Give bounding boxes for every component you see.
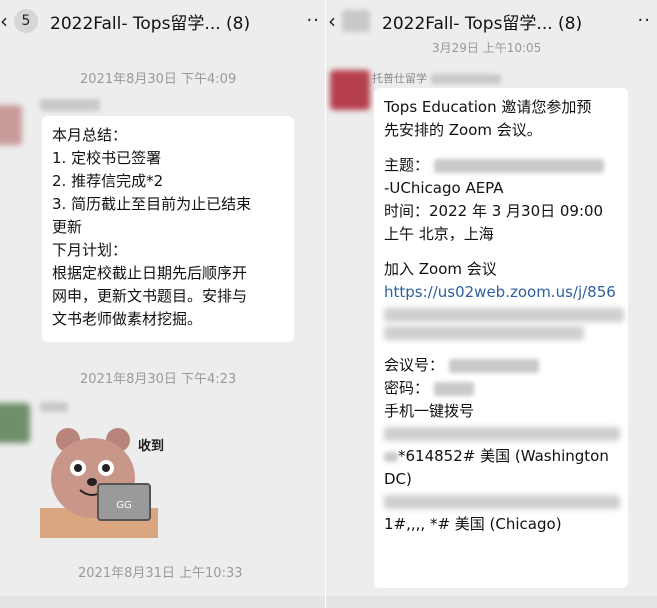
redacted-line xyxy=(384,495,620,509)
message-timestamp: 2021年8月31日 上午10:33 xyxy=(78,566,243,581)
back-arrow-icon[interactable]: ‹ xyxy=(0,9,10,33)
sender-avatar[interactable] xyxy=(0,403,30,443)
redacted-line xyxy=(384,308,624,322)
chat-title: 2022Fall- Tops留学... (8) xyxy=(382,13,583,34)
sender-name: 托普仕留学 xyxy=(372,70,501,86)
left-chat-pane: ‹ 5 2022Fall- Tops留学... (8) ·· 2021年8月30… xyxy=(0,0,326,608)
message-line: DC) xyxy=(384,470,412,488)
message-line: 密码： xyxy=(384,377,618,400)
message-line: 根据定校截止日期先后顺序开 xyxy=(52,264,248,282)
message-line: 主题： xyxy=(384,154,618,177)
unread-badge[interactable]: 5 xyxy=(14,9,38,33)
message-timestamp: 3月29日 上午10:05 xyxy=(432,41,542,55)
message-timestamp: 2021年8月30日 下午4:09 xyxy=(80,72,237,87)
message-line: 加入 Zoom 会议 xyxy=(384,260,497,278)
message-line: *614852# 美国 (Washington xyxy=(384,445,618,468)
message-line: 先安排的 Zoom 会议。 xyxy=(384,121,542,139)
message-line: Tops Education 邀请您参加预 xyxy=(384,98,592,116)
message-line: 会议号： xyxy=(384,354,618,377)
input-bar[interactable] xyxy=(0,596,326,608)
sender-label: 托普仕留学 xyxy=(372,72,427,85)
sticker-caption: 收到 xyxy=(138,438,164,454)
message-line: 下月计划： xyxy=(52,241,128,259)
message-line: 手机一键拨号 xyxy=(384,402,475,420)
message-timestamp: 2021年8月30日 下午4:23 xyxy=(80,372,237,387)
back-arrow-icon[interactable]: ‹ xyxy=(328,9,338,33)
message-line: 2. 推荐信完成*2 xyxy=(52,172,164,190)
bear-sticker-icon[interactable]: GG 收到 xyxy=(40,420,170,540)
message-line: 时间：2022 年 3 月30日 09:00 xyxy=(384,202,604,220)
redacted-line xyxy=(384,427,620,441)
message-line: 1. 定校书已签署 xyxy=(52,149,162,167)
sender-avatar[interactable] xyxy=(0,105,22,145)
message-bubble[interactable]: 本月总结： 1. 定校书已签署 2. 推荐信完成*2 3. 简历截止至目前为止已… xyxy=(42,116,294,342)
unread-badge[interactable] xyxy=(342,10,370,32)
zoom-invite-bubble[interactable]: Tops Education 邀请您参加预 先安排的 Zoom 会议。 主题： … xyxy=(374,88,628,588)
message-line: 3. 简历截止至目前为止已结束 xyxy=(52,195,252,213)
message-line: 文书老师做素材挖掘。 xyxy=(52,310,203,328)
message-line: 上午 北京，上海 xyxy=(384,225,494,243)
chat-title: 2022Fall- Tops留学... (8) xyxy=(50,13,251,34)
message-line: 网申，更新文书题目。安排与 xyxy=(52,287,248,305)
more-options-icon[interactable]: ·· xyxy=(638,10,651,31)
sender-avatar[interactable] xyxy=(330,70,370,110)
zoom-meeting-link[interactable]: https://us02web.zoom.us/j/856 xyxy=(384,281,618,304)
input-bar[interactable] xyxy=(326,596,657,608)
message-line: 本月总结： xyxy=(52,126,128,144)
redacted-line xyxy=(384,326,584,340)
left-chat-header: ‹ 5 2022Fall- Tops留学... (8) ·· xyxy=(0,0,326,42)
sender-name xyxy=(40,400,68,413)
message-line: 更新 xyxy=(52,218,83,236)
more-options-icon[interactable]: ·· xyxy=(307,10,320,31)
message-line: -UChicago AEPA xyxy=(384,179,504,197)
svg-text:GG: GG xyxy=(116,500,132,511)
sender-name xyxy=(40,98,100,111)
message-line: 1#,,,, *# 美国 (Chicago) xyxy=(384,515,562,533)
right-chat-header: ‹ 2022Fall- Tops留学... (8) ·· xyxy=(326,0,657,42)
right-chat-pane: ‹ 2022Fall- Tops留学... (8) ·· 3月29日 上午10:… xyxy=(326,0,657,608)
